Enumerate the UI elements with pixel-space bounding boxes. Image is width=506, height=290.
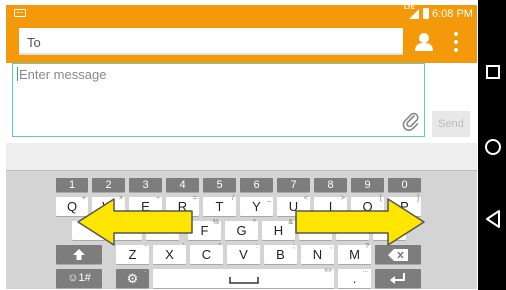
key-hint: : [256,243,258,250]
key-label: F [200,223,209,238]
key-label: N [312,247,323,262]
key-6[interactable]: 6 [240,178,273,192]
key-5[interactable]: 5 [203,178,236,192]
message-input[interactable]: Enter message [12,63,425,137]
space-hint: «» [324,267,332,274]
home-button[interactable] [485,139,501,155]
compose-area: Enter message Send [6,63,477,143]
period-key[interactable]: .… [338,267,371,288]
key-b[interactable]: B; [264,243,297,264]
key-c[interactable]: C " [190,243,223,264]
key-hint: " [218,243,222,250]
key-7[interactable]: 7 [277,178,310,192]
key-label: B [276,247,285,262]
key-hint: & [288,219,293,226]
key-hint: ^ [252,219,256,226]
key-label: . [352,271,357,286]
text-cursor [17,67,18,81]
key-0[interactable]: 0 [388,178,421,192]
symbols-key[interactable]: ☺1# [56,269,102,288]
left-arrow-icon [77,198,193,246]
status-bar: LTE 6:08 PM [6,5,477,23]
send-button[interactable]: Send [432,111,470,137]
key-m[interactable]: M? [338,243,371,264]
shift-key[interactable] [56,245,102,264]
key-label: Y [252,199,261,214]
key-label: V [239,247,248,262]
key-4[interactable]: 4 [166,178,199,192]
space-icon [228,277,259,284]
gear-icon: ⚙ [126,271,139,286]
key-1[interactable]: 1 [56,178,88,192]
key-2[interactable]: 2 [92,178,125,192]
overflow-menu-icon[interactable] [449,30,463,54]
key-v[interactable]: V: [227,243,260,264]
back-button[interactable] [485,210,501,228]
contact-icon[interactable] [411,29,437,55]
keyboard-indicator-icon [14,9,26,17]
enter-icon [390,273,405,284]
key-label: H [273,223,284,238]
key-hint: _ [267,195,271,202]
key-label: C [201,247,212,262]
enter-key[interactable] [375,269,421,288]
shift-icon [73,249,85,260]
key-9[interactable]: 9 [351,178,384,192]
key-x[interactable]: X ' [153,243,186,264]
key-hint: .. [143,267,147,274]
key-label: M [349,247,360,262]
phone-screen: LTE 6:08 PM To Enter message Send 1 2 3 [6,5,477,289]
key-label: T [215,199,224,214]
status-time: 6:08 PM [432,8,473,20]
key-hint: % [212,219,219,226]
backspace-key[interactable] [375,245,421,264]
settings-key[interactable]: ⚙.. [116,267,149,288]
backspace-icon [388,249,408,261]
key-t[interactable]: T / [203,195,236,216]
recipient-field[interactable]: To [19,28,403,55]
spacer [6,143,477,170]
navigation-bar [478,0,506,290]
message-placeholder: Enter message [19,67,107,82]
key-label: Z [128,247,137,262]
right-arrow-icon [295,198,425,246]
key-label: X [165,247,174,262]
key-3[interactable]: 3 [129,178,162,192]
recent-apps-button[interactable] [486,65,500,79]
key-g[interactable]: G ^ [225,219,258,240]
key-hint: … [362,267,369,274]
space-key[interactable]: «» [153,267,334,288]
key-y[interactable]: Y _ [240,195,273,216]
key-8[interactable]: 8 [314,178,347,192]
action-bar: To [6,23,477,63]
key-n[interactable]: N, [301,243,334,264]
key-label: G [236,223,247,238]
attach-icon[interactable] [402,112,420,132]
key-z[interactable]: Z- [116,243,149,264]
key-hint: / [232,195,234,202]
key-h[interactable]: H & [262,219,295,240]
signal-icon [409,9,419,19]
battery-icon [423,8,429,19]
